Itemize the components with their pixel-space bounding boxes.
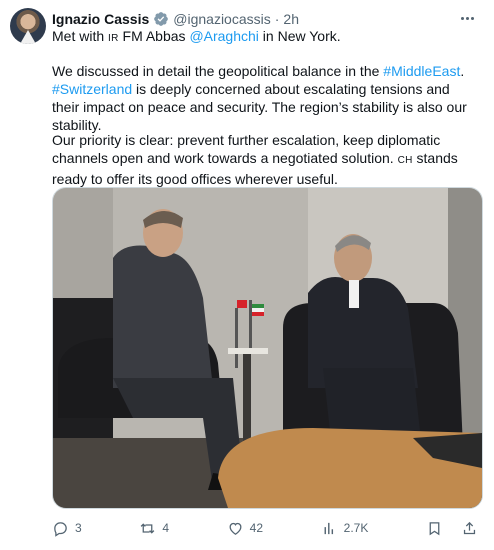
country-code-ir: IR: [108, 33, 119, 44]
verified-badge-icon: [154, 12, 169, 26]
post-text-line1: Met with IR FM Abbas @Araghchi in New Yo…: [52, 27, 478, 48]
like-button[interactable]: 42: [227, 520, 263, 537]
bookmark-button[interactable]: [426, 520, 443, 537]
country-code-ch: CH: [397, 155, 413, 166]
post-timestamp[interactable]: 2h: [283, 11, 299, 27]
more-options-icon[interactable]: [456, 8, 478, 28]
post-header: Ignazio Cassis @ignaziocassis · 2h: [52, 9, 478, 29]
text-segment: .: [460, 63, 465, 79]
post-text-paragraph3: Our priority is clear: prevent further e…: [52, 131, 478, 188]
text-segment: FM Abbas: [118, 28, 190, 44]
author-avatar[interactable]: [10, 8, 46, 44]
text-segment: We discussed in detail the geopolitical …: [52, 63, 384, 79]
text-segment: Met with: [52, 28, 109, 44]
repost-count: 4: [162, 521, 170, 535]
reply-button[interactable]: 3: [52, 520, 82, 537]
text-segment: in New York.: [258, 28, 341, 44]
hashtag-switzerland[interactable]: #Switzerland: [52, 81, 132, 97]
reply-icon: [54, 521, 67, 537]
views-count: 2.7K: [343, 521, 369, 535]
meeting-photo-illustration: [53, 188, 482, 508]
repost-icon: [141, 522, 155, 534]
heart-icon: [229, 522, 242, 535]
reply-count: 3: [75, 521, 82, 535]
share-icon: [463, 521, 476, 534]
post-photo[interactable]: [52, 187, 483, 509]
bookmark-icon: [429, 521, 440, 535]
like-count: 42: [249, 521, 264, 535]
right-actions: [426, 520, 478, 537]
views-icon: [324, 522, 333, 534]
share-button[interactable]: [461, 520, 478, 537]
text-segment: Our priority is clear: prevent further e…: [52, 132, 441, 166]
author-handle[interactable]: @ignaziocassis: [173, 11, 270, 27]
repost-button[interactable]: 4: [139, 520, 169, 537]
views-button[interactable]: 2.7K: [321, 520, 369, 537]
post-actions-bar: 3 4 42 2.7K: [52, 518, 478, 538]
header-separator: ·: [274, 11, 280, 27]
post-text-paragraph2: We discussed in detail the geopolitical …: [52, 62, 478, 134]
hashtag-middleeast[interactable]: #MiddleEast: [383, 63, 460, 79]
mention-link[interactable]: @Araghchi: [189, 28, 258, 44]
author-name[interactable]: Ignazio Cassis: [52, 11, 149, 27]
